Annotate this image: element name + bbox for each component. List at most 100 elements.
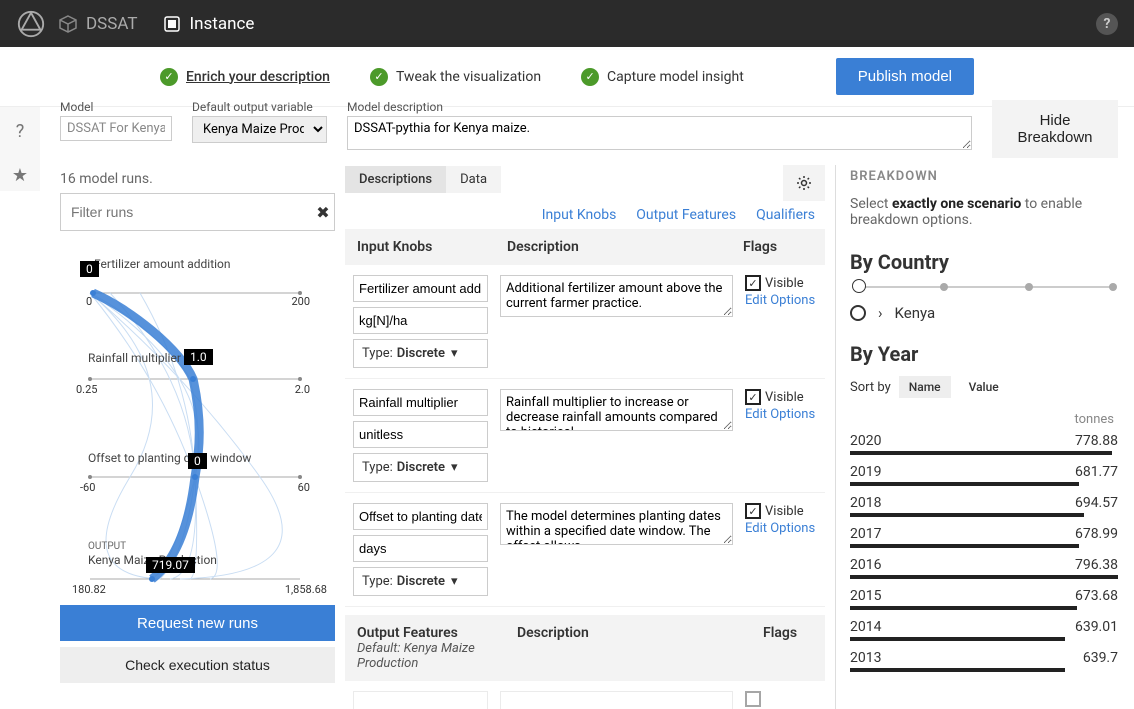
country-row[interactable]: › Kenya — [850, 304, 1118, 322]
viz-axis1-badge: 0 — [80, 261, 99, 277]
knobs-header: Input Knobs Description Flags — [345, 229, 825, 265]
visible-checkbox[interactable] — [745, 503, 761, 519]
year-bar — [850, 637, 1065, 641]
year-row[interactable]: 2017678.99 — [850, 526, 1118, 548]
output-features-title: Output Features — [357, 625, 517, 641]
knob-type-select[interactable]: Type: Discrete ▾ — [353, 567, 488, 596]
year-value: 778.88 — [1075, 433, 1118, 449]
viz-axis3-hi: 60 — [298, 481, 310, 494]
check-icon: ✓ — [370, 68, 388, 86]
of-flags: Flags — [763, 625, 813, 671]
sort-name-button[interactable]: Name — [899, 376, 951, 398]
outvar-label: Default output variable — [192, 100, 327, 114]
knob-desc-textarea[interactable]: Rainfall multiplier to increase or decre… — [500, 389, 733, 431]
viz-axis2-label: Rainfall multiplier — [88, 351, 181, 365]
knob-row: Type: Discrete ▾ The model determines pl… — [345, 493, 825, 607]
year-row[interactable]: 2014639.01 — [850, 619, 1118, 641]
star-icon[interactable]: ★ — [4, 159, 36, 191]
knob-type-select[interactable]: Type: Discrete ▾ — [353, 339, 488, 368]
knob-unit-input[interactable] — [353, 421, 488, 448]
link-output-features[interactable]: Output Features — [636, 207, 736, 223]
viz-axis2-lo: 0.25 — [76, 383, 97, 396]
step-tweak[interactable]: ✓ Tweak the visualization — [370, 68, 541, 86]
settings-gear-button[interactable] — [783, 165, 825, 201]
knob-desc-textarea[interactable]: Additional fertilizer amount above the c… — [500, 275, 733, 317]
help-tip-icon[interactable]: ? — [4, 115, 36, 147]
of-desc-textarea[interactable] — [500, 691, 733, 709]
knob-row: Type: Discrete ▾ Additional fertilizer a… — [345, 265, 825, 379]
viz-output-head: OUTPUT — [88, 541, 126, 552]
viz-axis1-lo: 0 — [86, 295, 92, 308]
year-value: 673.68 — [1075, 588, 1118, 604]
knob-desc-textarea[interactable]: The model determines planting dates with… — [500, 503, 733, 545]
link-input-knobs[interactable]: Input Knobs — [542, 207, 617, 223]
parallel-coords-viz[interactable]: Fertilizer amount addition 0 0 200 Rainf… — [60, 239, 335, 599]
tab-data[interactable]: Data — [446, 166, 501, 193]
knob-name-input[interactable] — [353, 503, 488, 530]
viz-output-lo: 180.82 — [72, 583, 106, 596]
chevron-down-icon: ▾ — [451, 346, 458, 361]
hide-breakdown-button[interactable]: Hide Breakdown — [992, 100, 1118, 158]
year-bar — [850, 544, 1079, 548]
publish-button[interactable]: Publish model — [836, 58, 974, 95]
link-qualifiers[interactable]: Qualifiers — [756, 207, 815, 223]
clear-filter-icon[interactable]: ✖ — [312, 194, 334, 230]
country-level-slider[interactable] — [856, 284, 1112, 290]
step-enrich[interactable]: ✓ Enrich your description — [160, 68, 330, 86]
chevron-down-icon: ▾ — [451, 460, 458, 475]
request-runs-button[interactable]: Request new runs — [60, 605, 335, 641]
chevron-right-icon: › — [878, 304, 883, 322]
year-row[interactable]: 2015673.68 — [850, 588, 1118, 610]
visible-checkbox[interactable] — [745, 275, 761, 291]
tab-descriptions[interactable]: Descriptions — [345, 166, 446, 193]
brand-instance[interactable]: Instance — [162, 14, 255, 34]
filter-input[interactable] — [61, 194, 312, 230]
by-year-heading: By Year — [850, 342, 1118, 366]
desc-textarea[interactable]: DSSAT-pythia for Kenya maize. — [347, 116, 972, 150]
of-checkbox[interactable] — [745, 691, 761, 707]
breakdown-column: BREAKDOWN Select exactly one scenario to… — [835, 165, 1118, 709]
visible-checkbox[interactable] — [745, 389, 761, 405]
year-bar — [850, 668, 1065, 672]
knob-name-input[interactable] — [353, 389, 488, 416]
edit-options-link[interactable]: Edit Options — [745, 293, 817, 308]
year-row[interactable]: 2019681.77 — [850, 464, 1118, 486]
country-name: Kenya — [895, 304, 936, 322]
year-row[interactable]: 2013639.7 — [850, 650, 1118, 672]
year-label: 2020 — [850, 433, 881, 449]
viz-axis1-hi: 200 — [291, 295, 310, 308]
year-row[interactable]: 2018694.57 — [850, 495, 1118, 517]
help-icon[interactable]: ? — [1096, 13, 1118, 35]
model-input[interactable] — [60, 116, 172, 141]
year-row[interactable]: 2016796.38 — [850, 557, 1118, 579]
check-icon: ✓ — [160, 68, 178, 86]
col-input-knobs: Input Knobs — [357, 239, 507, 255]
section-links: Input Knobs Output Features Qualifiers — [345, 201, 825, 229]
step-capture[interactable]: ✓ Capture model insight — [581, 68, 744, 86]
unit-label: tonnes — [850, 412, 1118, 427]
model-header: Model Default output variable Kenya Maiz… — [60, 100, 1118, 158]
filter-runs: ✖ — [60, 193, 335, 231]
viz-axis3-label: Offset to planting date window — [88, 451, 251, 465]
outvar-select[interactable]: Kenya Maize Production — [192, 116, 327, 143]
radio-icon[interactable] — [850, 305, 866, 321]
brand-instance-label: Instance — [190, 14, 255, 34]
viz-output-badge: 719.07 — [146, 557, 195, 573]
of-name-input[interactable] — [353, 691, 488, 709]
runs-count: 16 model runs. — [60, 171, 335, 187]
sort-value-button[interactable]: Value — [959, 376, 1009, 398]
year-row[interactable]: 2020 778.88 — [850, 433, 1118, 455]
check-status-button[interactable]: Check execution status — [60, 647, 335, 683]
viz-axis3-badge: 0 — [188, 453, 207, 469]
knob-unit-input[interactable] — [353, 535, 488, 562]
instance-icon — [162, 14, 182, 34]
knob-name-input[interactable] — [353, 275, 488, 302]
year-value: 639.01 — [1075, 619, 1118, 635]
knob-type-select[interactable]: Type: Discrete ▾ — [353, 453, 488, 482]
knob-unit-input[interactable] — [353, 307, 488, 334]
brand-dssat[interactable]: DSSAT — [58, 14, 138, 34]
left-rail: ? ★ — [0, 107, 40, 191]
edit-options-link[interactable]: Edit Options — [745, 407, 817, 422]
cube-icon — [58, 14, 78, 34]
edit-options-link[interactable]: Edit Options — [745, 521, 817, 536]
